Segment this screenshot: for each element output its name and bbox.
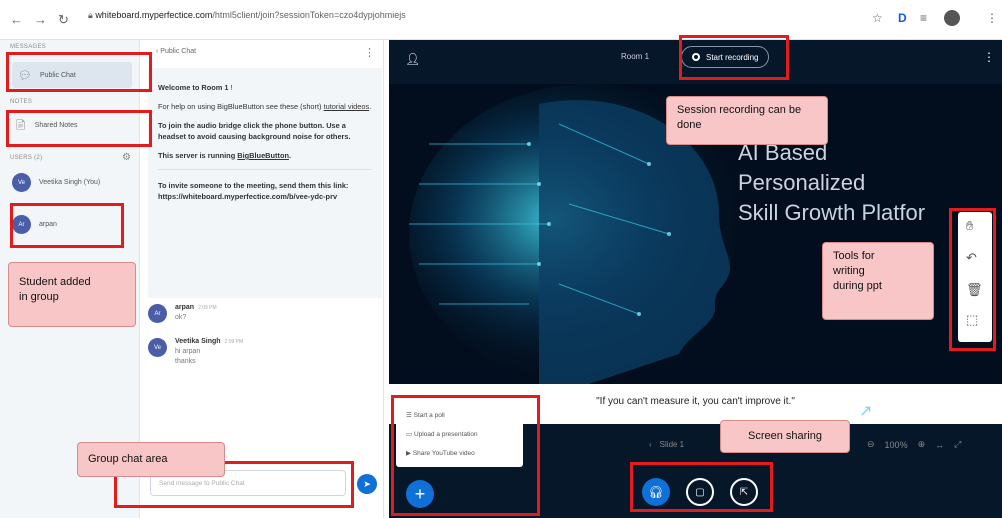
message-text: hi arpan <box>175 348 201 355</box>
public-chat-highlight <box>6 52 152 92</box>
address-bar[interactable]: 🔒︎ whiteboard.myperfectice.com/html5clie… <box>88 10 406 21</box>
forward-icon[interactable]: → <box>34 12 47 27</box>
zoom-value: 100% <box>884 439 908 450</box>
prev-slide-icon[interactable]: ‹ <box>649 440 652 449</box>
slide-title-line: Skill Growth Platfor <box>738 200 926 225</box>
tutorial-link[interactable]: tutorial videos <box>324 102 370 111</box>
chat-message: Ve Veetika Singh 2:09 PM hi arpan thanks <box>148 338 243 365</box>
fit-width-icon[interactable]: ↔ <box>935 440 944 450</box>
tools-callout: Tools for writing during ppt <box>822 242 934 320</box>
welcome-message: Welcome to Room 1 ! For help on using Bi… <box>148 68 382 298</box>
callout-line: Tools for <box>833 250 875 262</box>
message-time: 2:09 PM <box>198 305 217 311</box>
fullscreen-icon[interactable]: ⤢ <box>954 439 961 450</box>
bbb-link[interactable]: BigBlueButton <box>237 151 289 160</box>
slide-title-line: Personalized <box>738 170 866 195</box>
zoom-in-icon[interactable]: ⊕ <box>918 439 926 450</box>
recording-highlight <box>679 35 789 80</box>
actions-highlight <box>391 395 540 516</box>
server-text-end: . <box>289 151 292 160</box>
url-host: whiteboard.myperfectice.com <box>95 10 213 20</box>
sender-name: arpan <box>175 304 195 311</box>
star-icon[interactable]: ☆ <box>872 11 883 25</box>
back-icon[interactable]: ← <box>10 12 23 27</box>
group-chat-callout: Group chat area <box>77 442 225 477</box>
send-icon[interactable]: ➤ <box>357 474 377 494</box>
recording-callout: Session recording can be done <box>666 96 828 145</box>
zoom-controls: ⊖ 100% ⊕ ↔ ⤢ <box>867 439 961 450</box>
extension-icon[interactable]: D <box>898 11 907 25</box>
shared-notes-highlight <box>6 110 152 147</box>
callout-line: in group <box>19 291 59 303</box>
slide-selector[interactable]: Slide 1 <box>660 440 684 449</box>
more-icon[interactable]: ⋮ <box>986 11 998 25</box>
invite-text: To invite someone to the meeting, send t… <box>158 181 349 201</box>
media-highlight <box>630 462 773 512</box>
message-text: ok? <box>175 314 187 321</box>
message-text: thanks <box>175 358 196 365</box>
brand-name: perfectice <box>878 400 957 420</box>
welcome-prefix: Welcome to <box>158 83 202 92</box>
reload-icon[interactable]: ↻ <box>58 12 69 28</box>
user-item[interactable]: Ve Veetika Singh (You) <box>12 173 100 192</box>
callout-line: writing <box>833 265 865 277</box>
brand-logo: ↗ perfectice <box>859 400 956 421</box>
zoom-out-icon[interactable]: ⊖ <box>867 439 875 450</box>
room-title: Room 1 <box>621 52 650 61</box>
avatar: Ve <box>12 173 31 192</box>
slide-controls: ‹ Slide 1 <box>649 440 684 449</box>
callout-line: Student added <box>19 276 91 288</box>
chat-title: Public Chat <box>160 48 197 55</box>
user-name: Veetika Singh (You) <box>39 179 101 186</box>
audio-bridge-text: To join the audio bridge click the phone… <box>158 121 351 141</box>
avatar: Ar <box>148 304 167 323</box>
welcome-suffix: ! <box>230 83 233 92</box>
server-text: This server is running <box>158 151 238 160</box>
profile-icon[interactable] <box>944 10 960 26</box>
users-section-label: USERS (2) <box>10 155 43 161</box>
sender-name: Veetika Singh <box>175 338 221 345</box>
menu-icon[interactable]: ≡ <box>920 11 927 25</box>
avatar: Ve <box>148 338 167 357</box>
message-time: 2:09 PM <box>224 339 244 345</box>
lock-icon: 🔒︎ <box>88 10 93 20</box>
messages-section-label: MESSAGES <box>10 44 47 50</box>
callout-line: during ppt <box>833 280 882 292</box>
chat-header[interactable]: ‹ Public Chat <box>140 40 384 62</box>
user-icon[interactable]: 👤︎ <box>405 52 420 66</box>
url-path: /html5client/join?sessionToken=czo4dypjo… <box>212 10 406 20</box>
settings-icon[interactable]: ⚙ <box>122 152 131 163</box>
room-name: Room 1 <box>201 83 229 92</box>
screen-sharing-callout: Screen sharing <box>720 420 850 453</box>
tools-highlight <box>949 208 996 351</box>
student-callout: Student added in group <box>8 262 136 327</box>
browser-toolbar: ← → ↻ 🔒︎ whiteboard.myperfectice.com/htm… <box>0 0 1002 40</box>
chevron-left-icon: ‹ <box>156 48 159 55</box>
student-highlight <box>10 203 124 248</box>
help-text: For help on using BigBlueButton see thes… <box>158 102 324 111</box>
options-icon[interactable]: ⋮ <box>983 50 995 64</box>
help-text-end: . <box>369 102 372 111</box>
chat-message: Ar arpan 2:09 PM ok? <box>148 304 217 323</box>
notes-section-label: NOTES <box>10 99 33 105</box>
perfectice-logo-icon: ↗ <box>859 402 873 420</box>
chat-options-icon[interactable]: ⋮ <box>364 46 375 59</box>
